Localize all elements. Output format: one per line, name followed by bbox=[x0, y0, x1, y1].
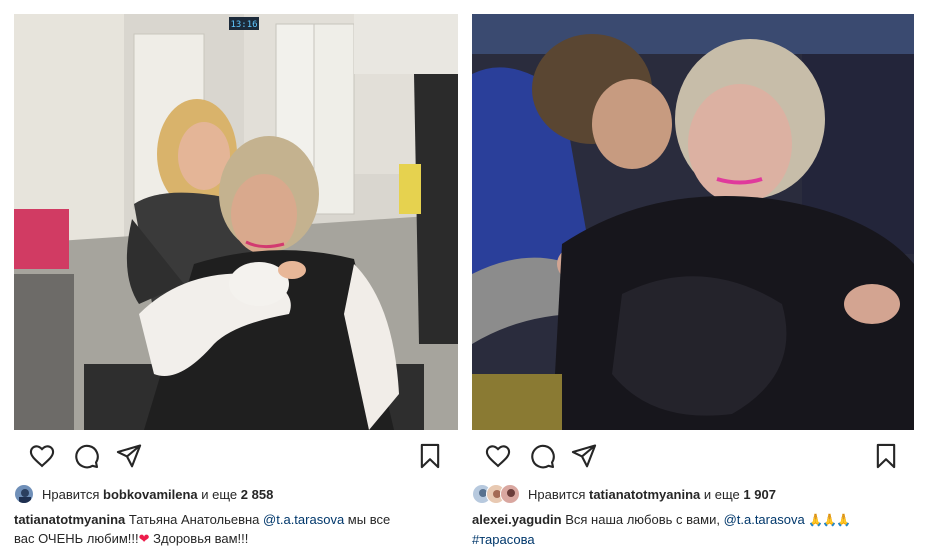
caption-text: Татьяна Анатольевна bbox=[128, 512, 260, 527]
post-1-caption: tatianatotmyanina Татьяна Анатольевна @t… bbox=[14, 510, 458, 549]
post-1-likes[interactable]: Нравится bobkovamilena и еще 2 858 bbox=[14, 484, 458, 504]
likes-and: и еще bbox=[703, 486, 740, 502]
caption-username[interactable]: alexei.yagudin bbox=[472, 512, 562, 527]
liked-by-user[interactable]: tatianatotmyanina bbox=[589, 487, 700, 502]
avatar bbox=[14, 484, 34, 504]
liked-by-user[interactable]: bobkovamilena bbox=[103, 487, 198, 502]
liker-avatars bbox=[472, 484, 520, 504]
likes-prefix: Нравится bbox=[528, 486, 586, 502]
heart-emoji: ❤ bbox=[138, 532, 150, 547]
post-1-photo[interactable]: 13:16 bbox=[14, 14, 458, 430]
caption-hashtag[interactable]: #тарасова bbox=[472, 532, 535, 547]
likes-count[interactable]: 2 858 bbox=[241, 487, 274, 502]
send-icon[interactable] bbox=[115, 442, 143, 470]
bookmark-icon[interactable] bbox=[872, 442, 900, 470]
comment-icon[interactable] bbox=[72, 442, 100, 470]
post-1: 13:16 Нравится bobkovamilena и еще 2 858… bbox=[14, 14, 458, 549]
post-2-actions bbox=[472, 430, 914, 482]
caption-text: Здоровья вам!!! bbox=[153, 531, 249, 546]
likes-and: и еще bbox=[201, 486, 238, 502]
caption-mention[interactable]: @t.a.tarasova bbox=[263, 512, 344, 527]
caption-text: Вся наша любовь с вами, bbox=[565, 512, 720, 527]
caption-username[interactable]: tatianatotmyanina bbox=[14, 512, 125, 527]
photo-clock: 13:16 bbox=[230, 20, 257, 30]
heart-icon[interactable] bbox=[28, 442, 56, 470]
caption-text: мы все bbox=[347, 512, 391, 527]
avatar bbox=[500, 484, 520, 504]
liker-avatars bbox=[14, 484, 34, 504]
likes-count[interactable]: 1 907 bbox=[743, 487, 776, 502]
post-1-actions bbox=[14, 430, 458, 482]
likes-prefix: Нравится bbox=[42, 486, 100, 502]
caption-mention[interactable]: @t.a.tarasova bbox=[724, 512, 805, 527]
post-2-likes[interactable]: Нравится tatianatotmyanina и еще 1 907 bbox=[472, 484, 914, 504]
post-2: Нравится tatianatotmyanina и еще 1 907 a… bbox=[472, 14, 914, 549]
comment-icon[interactable] bbox=[528, 442, 556, 470]
pray-emoji: 🙏🙏🙏 bbox=[808, 513, 851, 527]
post-2-photo[interactable] bbox=[472, 14, 914, 430]
post-2-caption: alexei.yagudin Вся наша любовь с вами, @… bbox=[472, 510, 914, 549]
post-1-image: 13:16 bbox=[14, 14, 458, 430]
caption-text: вас ОЧЕНЬ любим!!! bbox=[14, 531, 139, 546]
heart-icon[interactable] bbox=[484, 442, 512, 470]
send-icon[interactable] bbox=[570, 442, 598, 470]
bookmark-icon[interactable] bbox=[416, 442, 444, 470]
post-2-image bbox=[472, 14, 914, 430]
